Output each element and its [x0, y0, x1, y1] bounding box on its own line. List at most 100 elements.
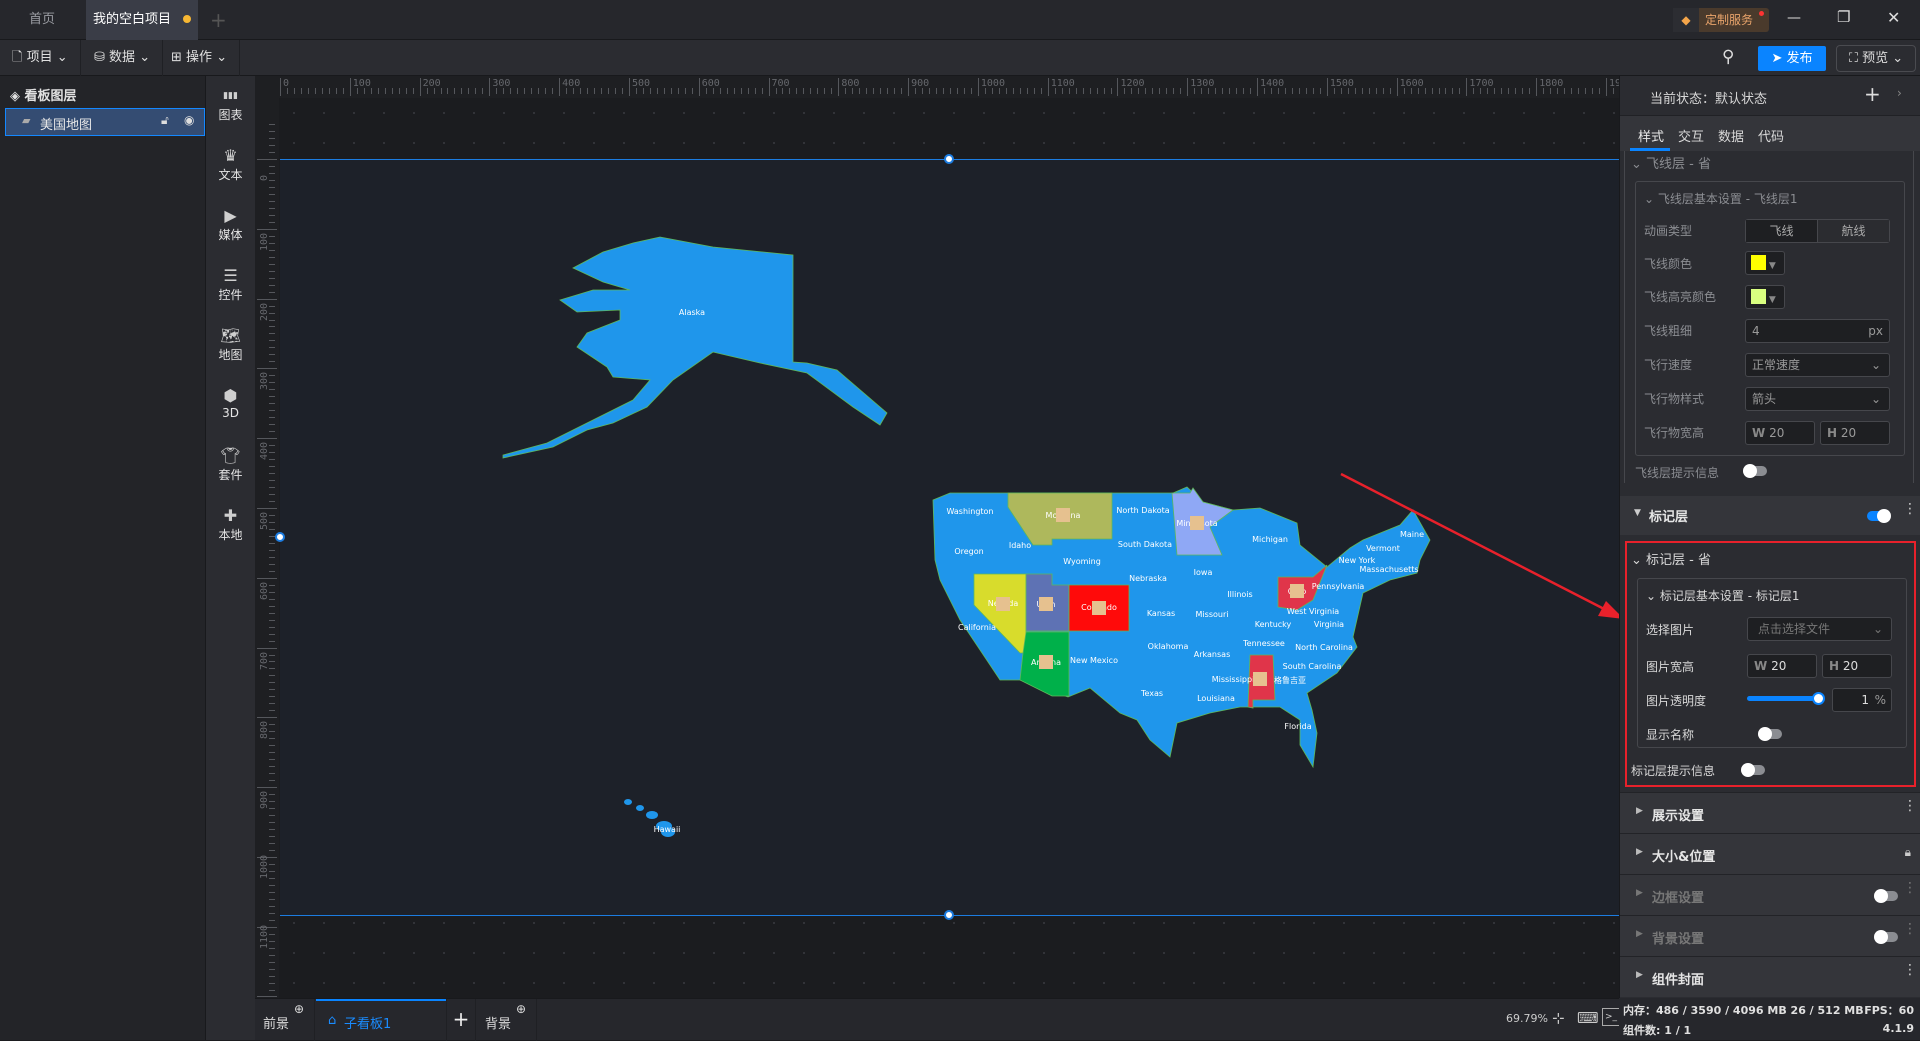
zoom-level[interactable]: 69.79%	[1506, 1012, 1548, 1025]
us-map[interactable]: WashingtonMontanaNorth DakotaMinnesotaOr…	[280, 159, 1619, 915]
sub-board-tab[interactable]: ⌂ 子看板1	[316, 999, 446, 1041]
menu-operate[interactable]: ⊞ 操作 ⌄	[159, 40, 241, 76]
add-state-icon[interactable]: +	[1864, 82, 1881, 106]
component-shirt[interactable]: 👕︎ 套件	[206, 446, 255, 483]
map-marker[interactable]	[1056, 508, 1070, 522]
ruler-tick	[269, 954, 275, 956]
background-toggle[interactable]	[1874, 930, 1898, 944]
border-toggle[interactable]	[1874, 889, 1898, 903]
tab-interaction[interactable]: 交互	[1678, 126, 1704, 145]
state-hawaii[interactable]	[624, 799, 632, 805]
tab-my-project[interactable]: 我的空白项目	[86, 0, 198, 40]
add-circle-icon[interactable]: ⊕	[294, 1002, 304, 1016]
tab-code[interactable]: 代码	[1758, 126, 1784, 145]
marker-tip-toggle[interactable]	[1741, 763, 1765, 777]
section-border-settings[interactable]: ▶ 边框设置 ⋮	[1620, 874, 1920, 915]
component-cube[interactable]: ⬢ 3D	[206, 386, 255, 420]
component-map[interactable]: 🗺︎ 地图	[206, 326, 255, 363]
map-marker[interactable]	[1092, 601, 1106, 615]
resize-handle-top[interactable]	[944, 154, 954, 164]
section-display-settings[interactable]: ▶ 展示设置 ⋮	[1620, 792, 1920, 833]
marker-group-title[interactable]: ⌄ 标记层 - 省	[1631, 549, 1711, 568]
map-board[interactable]: WashingtonMontanaNorth DakotaMinnesotaOr…	[280, 159, 1619, 915]
flyline-group-title[interactable]: ⌄ 飞线层 - 省	[1631, 153, 1711, 172]
map-marker[interactable]	[996, 597, 1010, 611]
state-alaska[interactable]	[502, 236, 888, 459]
chevron-right-icon[interactable]: ›	[1897, 86, 1902, 100]
slider-thumb[interactable]	[1812, 692, 1825, 705]
flyobj-height-input[interactable]: H 20	[1820, 421, 1890, 445]
fit-screen-icon[interactable]: ⊹	[1552, 1009, 1565, 1027]
restore-icon[interactable]: ❐	[1837, 8, 1850, 26]
background-tab[interactable]: 背景 ⊕	[477, 999, 537, 1041]
lock-icon[interactable]: 🔒︎	[1905, 845, 1911, 860]
add-board-button[interactable]: +	[446, 999, 476, 1041]
more-icon[interactable]: ⋮	[1903, 881, 1917, 895]
show-name-toggle[interactable]	[1758, 727, 1782, 741]
preview-button[interactable]: ⛶ 预览 ⌄	[1836, 45, 1916, 72]
more-icon[interactable]: ⋮	[1903, 963, 1917, 977]
marker-layer-header[interactable]: ▼ 标记层 ⋮	[1620, 496, 1920, 535]
flyline-highlight-picker[interactable]: ▼	[1745, 285, 1785, 309]
flyline-speed-select[interactable]: 正常速度 ⌄	[1745, 353, 1890, 377]
map-marker[interactable]	[1290, 584, 1304, 598]
flyline-sub-title[interactable]: ⌄ 飞线层基本设置 - 飞线层1	[1644, 190, 1797, 207]
minimize-icon[interactable]: —	[1787, 10, 1801, 26]
custom-service-button[interactable]: ◆ 定制服务	[1673, 8, 1769, 32]
tab-home[interactable]: 首页	[0, 0, 84, 40]
ruler-tick	[901, 88, 903, 94]
state-hawaii[interactable]	[646, 811, 658, 819]
opacity-slider[interactable]	[1747, 692, 1825, 705]
component-puzzle[interactable]: ✚ 本地	[206, 506, 255, 543]
flyline-tip-toggle[interactable]	[1743, 464, 1767, 478]
close-icon[interactable]: ✕	[1887, 8, 1900, 27]
eye-icon[interactable]: ◉	[184, 113, 194, 127]
terminal-icon[interactable]: >_	[1602, 1008, 1620, 1026]
ruler-vertical[interactable]: 0 100 200 300 400 500 600 700 800 900 1000 1100	[255, 98, 279, 998]
add-tab-button[interactable]: +	[210, 8, 227, 32]
ruler-tick	[269, 696, 275, 698]
flyobj-width-input[interactable]: W 20	[1745, 421, 1815, 445]
menu-project[interactable]: 🗋 项目 ⌄	[0, 40, 81, 76]
anim-option-flyline[interactable]: 飞线	[1746, 220, 1817, 242]
more-icon[interactable]: ⋮	[1903, 799, 1917, 813]
map-marker[interactable]	[1253, 672, 1267, 686]
publish-button[interactable]: ➤ 发布	[1758, 46, 1826, 71]
menu-data[interactable]: ⛁ 数据 ⌄	[82, 40, 164, 76]
flyobj-style-select[interactable]: 箭头 ⌄	[1745, 387, 1890, 411]
image-height-input[interactable]: H 20	[1822, 654, 1892, 678]
tab-data[interactable]: 数据	[1718, 126, 1744, 145]
component-camera[interactable]: ▶ 媒体	[206, 206, 255, 243]
map-marker[interactable]	[1039, 597, 1053, 611]
image-width-input[interactable]: W 20	[1747, 654, 1817, 678]
section-cover[interactable]: ▶ 组件封面 ⋮	[1620, 956, 1920, 997]
foreground-tab[interactable]: 前景 ⊕	[255, 999, 315, 1041]
component-bar-chart[interactable]: ▮▮▮ 图表	[206, 86, 255, 123]
component-list[interactable]: ☰ 控件	[206, 266, 255, 303]
tab-style[interactable]: 样式	[1638, 126, 1664, 145]
component-crown[interactable]: ♛ 文本	[206, 146, 255, 183]
ruler-tick	[377, 88, 379, 94]
state-hawaii[interactable]	[636, 805, 644, 811]
search-icon[interactable]: ⚲	[1722, 47, 1734, 67]
unlock-icon[interactable]: 🔓︎	[161, 113, 169, 128]
marker-layer-toggle[interactable]	[1867, 509, 1891, 523]
flyline-width-input[interactable]: 4 px	[1745, 319, 1890, 343]
resize-handle-bottom[interactable]	[944, 910, 954, 920]
select-image-dropdown[interactable]: 点击选择文件 ⌄	[1747, 617, 1892, 641]
section-background-settings[interactable]: ▶ 背景设置 ⋮	[1620, 915, 1920, 956]
keyboard-icon[interactable]: ⌨	[1577, 1009, 1599, 1027]
ruler-horizontal[interactable]: 0 100 200 300 400 500 600 700 800 900 1000 1100 1200…	[255, 76, 1633, 98]
opacity-input[interactable]: 1%	[1832, 688, 1892, 712]
more-icon[interactable]: ⋮	[1903, 502, 1917, 516]
anim-option-route[interactable]: 航线	[1817, 220, 1889, 242]
map-marker[interactable]	[1190, 516, 1204, 530]
map-marker[interactable]	[1039, 655, 1053, 669]
more-icon[interactable]: ⋮	[1903, 922, 1917, 936]
resize-handle-left[interactable]	[275, 532, 285, 542]
add-circle-icon[interactable]: ⊕	[516, 1002, 526, 1016]
layer-item[interactable]: ▰ 美国地图 🔓︎ ◉	[5, 108, 205, 136]
section-size-position[interactable]: ▶ 大小&位置 🔒︎	[1620, 833, 1920, 874]
marker-sub-title[interactable]: ⌄ 标记层基本设置 - 标记层1	[1646, 587, 1799, 604]
flyline-color-picker[interactable]: ▼	[1745, 251, 1785, 275]
